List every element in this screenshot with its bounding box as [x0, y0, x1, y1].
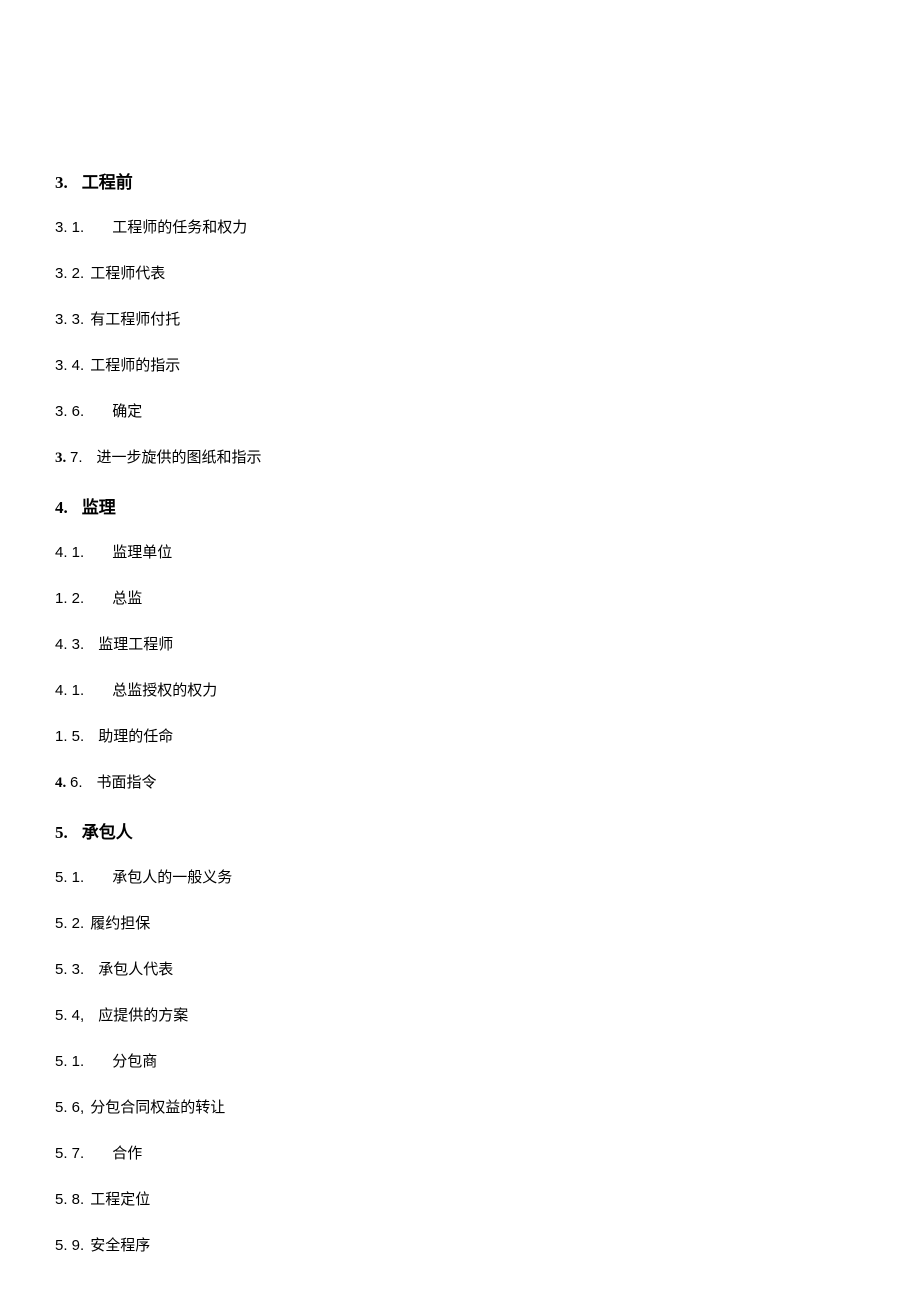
item-text: 总监授权的权力	[112, 683, 217, 699]
toc-item: 3. 3. 有工程师付托	[55, 309, 865, 331]
item-text: 承包人的一般义务	[112, 870, 232, 886]
item-text: 工程师的任务和权力	[112, 220, 247, 236]
item-number: 3. 6.	[55, 401, 84, 422]
item-number: 5. 6,	[55, 1097, 84, 1118]
section-title: 工程前	[82, 173, 133, 192]
item-number: 5. 2.	[55, 913, 84, 934]
item-number: 5. 9.	[55, 1235, 84, 1256]
item-text: 承包人代表	[98, 962, 173, 978]
item-number: 3. 3.	[55, 309, 84, 330]
item-text: 确定	[112, 404, 142, 420]
item-text: 工程师的指示	[90, 358, 180, 374]
item-number: 5. 3.	[55, 959, 84, 980]
toc-item: 3. 2. 工程师代表	[55, 263, 865, 285]
item-number: 3.	[55, 448, 66, 469]
item-number: 3. 4.	[55, 355, 84, 376]
item-text: 有工程师付托	[90, 312, 180, 328]
item-number: 5. 8.	[55, 1189, 84, 1210]
item-text: 分包商	[112, 1054, 157, 1070]
item-number: 4. 1.	[55, 680, 84, 701]
section-header-2: 5. 承包人	[55, 818, 865, 843]
item-number-2: 7.	[70, 447, 83, 468]
item-number: 4. 1.	[55, 542, 84, 563]
toc-item: 3. 1. 工程师的任务和权力	[55, 217, 865, 239]
toc-item: 5. 2. 履约担保	[55, 913, 865, 935]
section-header-1: 4. 监理	[55, 493, 865, 518]
item-text: 应提供的方案	[98, 1008, 188, 1024]
toc-item: 5. 1. 承包人的一般义务	[55, 867, 865, 889]
item-number: 5. 1.	[55, 867, 84, 888]
toc-item: 5. 3. 承包人代表	[55, 959, 865, 981]
toc-item: 5. 8. 工程定位	[55, 1189, 865, 1211]
toc-item: 4. 1. 总监授权的权力	[55, 680, 865, 702]
item-text: 履约担保	[90, 916, 150, 932]
item-number: 5. 4,	[55, 1005, 84, 1026]
item-number: 1. 2.	[55, 588, 84, 609]
item-text: 监理工程师	[98, 637, 173, 653]
item-text: 安全程序	[90, 1238, 150, 1254]
item-text: 助理的任命	[98, 729, 173, 745]
item-text: 工程定位	[90, 1192, 150, 1208]
toc-item: 4. 1. 监理单位	[55, 542, 865, 564]
item-number: 4. 3.	[55, 634, 84, 655]
item-number: 1. 5.	[55, 726, 84, 747]
item-number: 3. 1.	[55, 217, 84, 238]
section-title: 承包人	[82, 823, 133, 842]
item-text: 工程师代表	[90, 266, 165, 282]
item-number: 5. 1.	[55, 1051, 84, 1072]
item-text: 书面指令	[97, 775, 157, 791]
item-text: 监理单位	[112, 545, 172, 561]
toc-item: 3. 4. 工程师的指示	[55, 355, 865, 377]
toc-item: 5. 4, 应提供的方案	[55, 1005, 865, 1027]
toc-item: 1. 5. 助理的任命	[55, 726, 865, 748]
item-text: 分包合同权益的转让	[90, 1100, 225, 1116]
item-number: 4.	[55, 773, 66, 794]
section-header-0: 3. 工程前	[55, 168, 865, 193]
toc-item: 5. 6, 分包合同权益的转让	[55, 1097, 865, 1119]
document-content: 3. 工程前 3. 1. 工程师的任务和权力 3. 2. 工程师代表 3. 3. 有工程师付托…	[55, 168, 865, 1257]
section-title: 监理	[82, 498, 116, 517]
item-number-2: 6.	[70, 772, 83, 793]
section-number: 5.	[55, 823, 68, 842]
item-text: 合作	[112, 1146, 142, 1162]
toc-item: 5. 1. 分包商	[55, 1051, 865, 1073]
item-number: 5. 7.	[55, 1143, 84, 1164]
toc-item: 4. 3. 监理工程师	[55, 634, 865, 656]
item-text: 进一步旋供的图纸和指示	[97, 450, 262, 466]
toc-item: 5. 9. 安全程序	[55, 1235, 865, 1257]
toc-item: 3. 6. 确定	[55, 401, 865, 423]
section-number: 3.	[55, 173, 68, 192]
section-number: 4.	[55, 498, 68, 517]
item-number: 3. 2.	[55, 263, 84, 284]
item-text: 总监	[112, 591, 142, 607]
toc-item: 1. 2. 总监	[55, 588, 865, 610]
toc-item: 5. 7. 合作	[55, 1143, 865, 1165]
toc-item: 4. 6. 书面指令	[55, 772, 865, 794]
toc-item: 3. 7. 进一步旋供的图纸和指示	[55, 447, 865, 469]
